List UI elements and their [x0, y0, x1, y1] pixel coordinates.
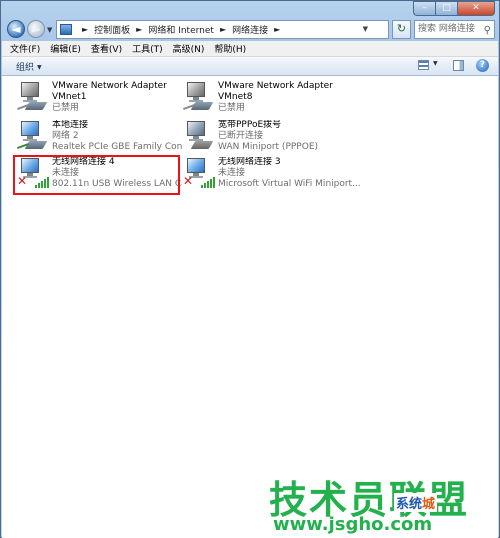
search-icon[interactable]: ⚲ — [484, 22, 491, 39]
chevron-down-icon: ▼ — [37, 64, 42, 71]
change-view-icon[interactable] — [418, 60, 429, 70]
help-icon[interactable]: ? — [476, 59, 489, 72]
breadcrumb-separator[interactable]: ► — [274, 25, 280, 34]
menu-view[interactable]: 查看(V) — [86, 42, 127, 55]
signal-bars-icon — [199, 175, 215, 188]
forward-button[interactable]: ► — [27, 20, 45, 38]
organize-label: 组织 — [16, 63, 35, 73]
network-adapter-icon — [183, 82, 215, 114]
menu-edit[interactable]: 编辑(E) — [45, 42, 86, 55]
organize-button[interactable]: 组织 ▼ — [16, 60, 42, 73]
view-dropdown-icon[interactable]: ▼ — [433, 60, 438, 67]
breadcrumb-network-internet[interactable]: 网络和 Internet — [148, 23, 214, 36]
search-input[interactable]: 搜索 网络连接 ⚲ — [414, 20, 495, 39]
connection-wireless-3[interactable]: ✕ 无线网络连接 3 未连接 Microsoft Virtual WiFi Mi… — [183, 157, 361, 194]
not-connected-x-icon: ✕ — [183, 174, 194, 188]
breadcrumb-separator[interactable]: ► — [82, 25, 88, 34]
connection-name-line2: VMnet1 — [52, 92, 87, 102]
connection-name: VMware Network Adapter — [52, 81, 167, 91]
title-bar: ◄ ► ▼ ► 控制面板 ► 网络和 Internet ► 网络连接 ► ▼ ↻… — [1, 1, 499, 41]
connection-status: 已禁用 — [52, 103, 80, 113]
watermark-corner-a: 系统 — [396, 497, 423, 512]
connection-status: 已断开连接 — [218, 131, 264, 141]
breadcrumb-separator[interactable]: ► — [136, 25, 142, 34]
connection-name: 本地连接 — [52, 120, 89, 130]
connection-name: VMware Network Adapter — [218, 81, 333, 91]
connection-vmnet1[interactable]: VMware Network Adapter VMnet1 已禁用 — [17, 81, 182, 118]
connection-name-line2: VMnet8 — [218, 92, 253, 102]
connection-name: 宽带PPPoE拨号 — [218, 120, 282, 130]
explorer-window: ◄ ► ▼ ► 控制面板 ► 网络和 Internet ► 网络连接 ► ▼ ↻… — [0, 0, 500, 538]
wireless-adapter-icon: ✕ — [183, 158, 215, 190]
history-dropdown-icon[interactable]: ▼ — [47, 26, 52, 34]
connection-pppoe[interactable]: 宽带PPPoE拨号 已断开连接 WAN Miniport (PPPOE) — [183, 120, 348, 157]
breadcrumb-separator[interactable]: ► — [220, 25, 226, 34]
command-bar: 组织 ▼ ▼ ? — [2, 57, 498, 76]
connection-status: 已禁用 — [218, 103, 246, 113]
watermark-corner-b: 城 — [422, 497, 436, 512]
connection-local-area[interactable]: 本地连接 网络 2 Realtek PCIe GBE Family Contr.… — [17, 120, 182, 157]
breadcrumb-network-connections[interactable]: 网络连接 — [232, 23, 268, 36]
connection-device: Realtek PCIe GBE Family Contr... — [52, 142, 182, 152]
watermark-corner-logo: 系统城 — [394, 493, 438, 512]
ethernet-adapter-icon — [17, 121, 49, 153]
network-adapter-icon — [17, 82, 49, 114]
highlight-box — [13, 155, 180, 195]
control-panel-icon — [60, 24, 72, 35]
address-bar[interactable]: ► 控制面板 ► 网络和 Internet ► 网络连接 ► ▼ — [56, 20, 389, 39]
menu-help[interactable]: 帮助(H) — [209, 42, 251, 55]
minimize-button[interactable]: – — [413, 1, 435, 16]
back-button[interactable]: ◄ — [7, 20, 25, 38]
close-button[interactable]: ✕ — [457, 1, 495, 16]
connection-name: 无线网络连接 3 — [218, 157, 281, 167]
connection-vmnet8[interactable]: VMware Network Adapter VMnet8 已禁用 — [183, 81, 348, 118]
broadband-adapter-icon — [183, 121, 215, 153]
menu-bar: 文件(F) 编辑(E) 查看(V) 工具(T) 高级(N) 帮助(H) — [2, 41, 498, 57]
address-dropdown-icon[interactable]: ▼ — [363, 25, 368, 33]
breadcrumb-control-panel[interactable]: 控制面板 — [94, 23, 130, 36]
menu-file[interactable]: 文件(F) — [2, 42, 45, 55]
connection-device: Microsoft Virtual WiFi Miniport... — [218, 179, 361, 189]
maximize-button[interactable]: □ — [435, 1, 457, 16]
connection-device: WAN Miniport (PPPOE) — [218, 142, 319, 152]
connection-status: 未连接 — [218, 168, 246, 178]
menu-tools[interactable]: 工具(T) — [127, 42, 168, 55]
connection-status: 网络 2 — [52, 131, 79, 141]
search-placeholder: 搜索 网络连接 — [418, 24, 475, 34]
watermark-url: www.jsgho.com — [273, 514, 433, 535]
preview-pane-icon[interactable] — [453, 60, 464, 71]
caption-buttons: – □ ✕ — [413, 1, 495, 17]
menu-advanced[interactable]: 高级(N) — [168, 42, 210, 55]
refresh-button[interactable]: ↻ — [392, 20, 411, 39]
